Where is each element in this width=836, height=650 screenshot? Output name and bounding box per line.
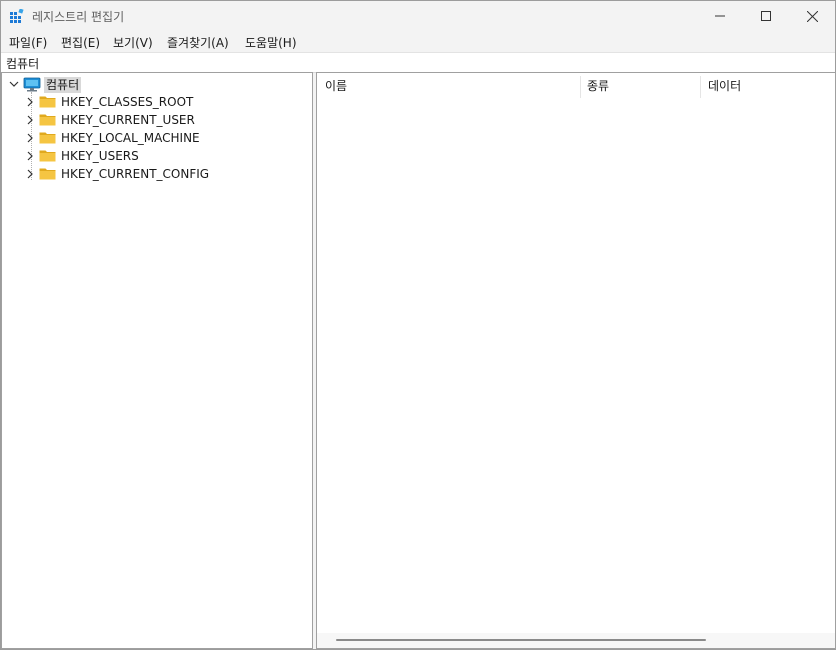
list-header: 이름 종류 데이터 (317, 73, 835, 99)
horizontal-scrollbar[interactable] (317, 633, 835, 648)
tree-item-hkey-classes-root[interactable]: HKEY_CLASSES_ROOT (2, 93, 302, 111)
folder-icon (39, 132, 56, 144)
minimize-button[interactable] (697, 1, 743, 31)
tree-pane[interactable]: 컴퓨터 HKEY_CLASSES_ROOT HKEY_CURRENT_USER (1, 72, 313, 649)
menu-favorites[interactable]: 즐겨찾기(A) (167, 34, 229, 51)
computer-icon (23, 77, 41, 92)
chevron-right-icon[interactable] (24, 132, 36, 144)
tree-item-label: HKEY_CLASSES_ROOT (61, 95, 194, 109)
tree-item-hkey-current-user[interactable]: HKEY_CURRENT_USER (2, 111, 302, 129)
column-header-name[interactable]: 이름 (325, 73, 347, 99)
tree-item-label: HKEY_CURRENT_CONFIG (61, 167, 210, 181)
chevron-right-icon[interactable] (24, 150, 36, 162)
menu-edit[interactable]: 편집(E) (61, 34, 100, 51)
chevron-right-icon[interactable] (24, 96, 36, 108)
minimize-icon (715, 15, 725, 17)
tree-item-label: HKEY_USERS (61, 149, 139, 163)
menu-view[interactable]: 보기(V) (113, 34, 153, 51)
tree-item-label: HKEY_LOCAL_MACHINE (61, 131, 200, 145)
tree-root[interactable]: 컴퓨터 (2, 75, 302, 93)
registry-editor-icon (10, 9, 24, 23)
menu-bar: 파일(F) 편집(E) 보기(V) 즐겨찾기(A) 도움말(H) (1, 31, 835, 51)
tree-root-label: 컴퓨터 (44, 77, 82, 93)
registry-editor-window: 레지스트리 편집기 파일(F) 편집(E) 보기(V) 즐겨찾기(A) 도움말(… (0, 0, 836, 650)
scrollbar-thumb[interactable] (336, 639, 706, 641)
values-list-pane[interactable]: 이름 종류 데이터 (316, 72, 836, 649)
column-header-data[interactable]: 데이터 (708, 73, 741, 99)
column-header-type[interactable]: 종류 (587, 73, 609, 99)
folder-icon (39, 96, 56, 108)
tree-item-label: HKEY_CURRENT_USER (61, 113, 195, 127)
column-separator[interactable] (700, 76, 701, 98)
folder-icon (39, 114, 56, 126)
folder-icon (39, 150, 56, 162)
menu-help[interactable]: 도움말(H) (245, 34, 297, 51)
tree-item-hkey-users[interactable]: HKEY_USERS (2, 147, 302, 165)
tree-item-hkey-current-config[interactable]: HKEY_CURRENT_CONFIG (2, 165, 302, 183)
maximize-button[interactable] (743, 1, 789, 31)
title-bar[interactable]: 레지스트리 편집기 (1, 1, 835, 31)
tree-item-hkey-local-machine[interactable]: HKEY_LOCAL_MACHINE (2, 129, 302, 147)
chevron-right-icon[interactable] (24, 114, 36, 126)
column-separator[interactable] (580, 76, 581, 98)
chevron-right-icon[interactable] (24, 168, 36, 180)
chevron-down-icon[interactable] (8, 78, 20, 90)
window-title: 레지스트리 편집기 (32, 10, 125, 24)
close-button[interactable] (789, 1, 835, 31)
address-bar[interactable]: 컴퓨터 (1, 52, 835, 73)
maximize-icon (761, 11, 771, 21)
close-icon (806, 10, 818, 22)
menu-file[interactable]: 파일(F) (9, 34, 47, 51)
address-path[interactable]: 컴퓨터 (6, 55, 39, 72)
folder-icon (39, 168, 56, 180)
